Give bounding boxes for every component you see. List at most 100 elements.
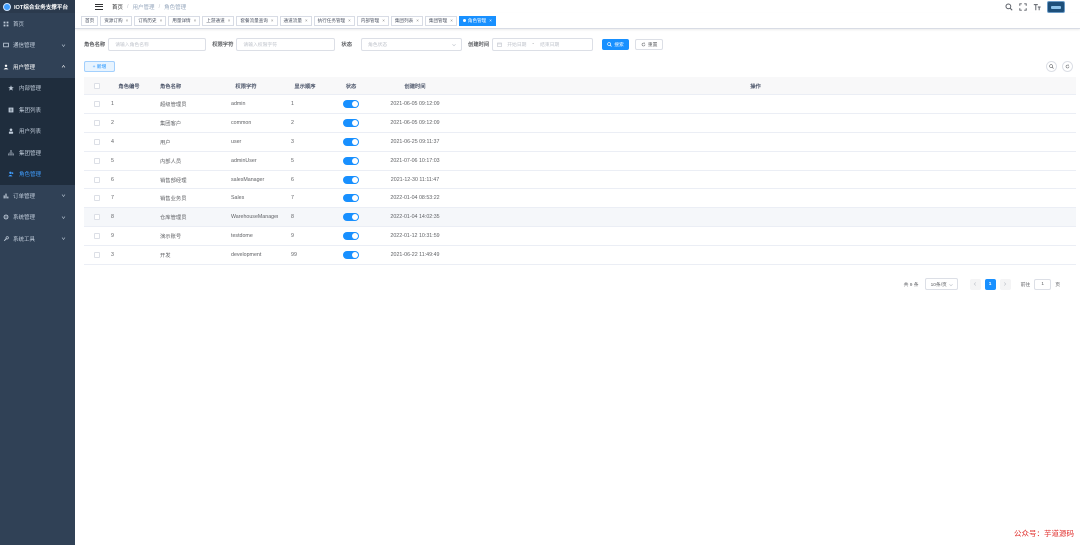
close-icon[interactable]: × bbox=[194, 18, 197, 23]
row-checkbox[interactable] bbox=[94, 176, 100, 183]
search-button[interactable]: 搜索 bbox=[602, 38, 629, 50]
cell-create-time: 2021-12-30 11:11:47 bbox=[390, 176, 440, 183]
tag-task-management[interactable]: 执行任务管理 × bbox=[313, 15, 355, 26]
sidebar-item-label: 系统管理 bbox=[13, 215, 36, 222]
status-switch[interactable] bbox=[343, 156, 359, 165]
status-switch[interactable] bbox=[343, 194, 359, 203]
role-name-input[interactable]: 请输入角色名称 bbox=[108, 37, 207, 51]
fullscreen-icon[interactable] bbox=[1019, 2, 1027, 11]
status-switch[interactable] bbox=[343, 213, 359, 222]
status-switch[interactable] bbox=[343, 251, 359, 260]
close-icon[interactable]: × bbox=[228, 18, 231, 23]
sidebar-item-tools[interactable]: 系统工具 bbox=[0, 228, 75, 250]
goto-unit: 页 bbox=[1055, 282, 1060, 288]
row-checkbox[interactable] bbox=[94, 252, 100, 259]
add-role-button[interactable]: + 新增 bbox=[84, 61, 115, 72]
tag-package-traffic[interactable]: 套餐流量查询 × bbox=[236, 15, 278, 26]
status-switch[interactable] bbox=[343, 118, 359, 127]
tag-upstream-channel[interactable]: 上游通道 × bbox=[202, 15, 235, 26]
goto-page-input[interactable]: 1 bbox=[1034, 278, 1052, 290]
reset-button[interactable]: 重置 bbox=[634, 38, 664, 50]
hamburger-icon[interactable] bbox=[95, 3, 103, 10]
page-number-current[interactable]: 1 bbox=[984, 278, 996, 290]
close-icon[interactable]: × bbox=[450, 18, 453, 23]
row-select-cell bbox=[84, 119, 110, 126]
tag-group-list[interactable]: 集团列表 × bbox=[390, 15, 423, 26]
role-key-input[interactable]: 请输入权限字符 bbox=[236, 37, 336, 51]
header-sort: 显示顺序 bbox=[294, 83, 316, 90]
tag-resource-order[interactable]: 资源订购 × bbox=[100, 15, 133, 26]
status-placeholder: 角色状态 bbox=[368, 42, 388, 48]
close-icon[interactable]: × bbox=[489, 18, 492, 23]
sidebar-item-internal[interactable]: 内部管理 bbox=[0, 77, 75, 99]
sidebar-item-user-management[interactable]: 用户管理 bbox=[0, 56, 75, 78]
tag-role-management[interactable]: 角色管理 × bbox=[458, 15, 496, 26]
date-start[interactable]: 开始日期 bbox=[507, 41, 526, 48]
sidebar-item-role-management[interactable]: 角色管理 bbox=[0, 163, 75, 185]
cell-sort: 2 bbox=[291, 119, 294, 126]
avatar[interactable] bbox=[1047, 0, 1065, 13]
close-icon[interactable]: × bbox=[348, 18, 351, 23]
table-row: 5 内部人员 adminUser 5 2021-07-06 10:17:03 bbox=[84, 152, 1076, 171]
tag-order-history[interactable]: 订购历史 × bbox=[134, 15, 167, 26]
prev-page-button[interactable] bbox=[969, 278, 981, 290]
sidebar-item-communication[interactable]: 通信管理 bbox=[0, 35, 75, 57]
search-icon[interactable] bbox=[1005, 2, 1013, 11]
tag-label: 角色管理 bbox=[467, 17, 487, 23]
select-all-checkbox[interactable] bbox=[94, 82, 100, 89]
font-size-icon[interactable] bbox=[1033, 3, 1041, 11]
row-checkbox[interactable] bbox=[94, 100, 100, 107]
row-checkbox[interactable] bbox=[94, 119, 100, 126]
row-checkbox[interactable] bbox=[94, 214, 100, 221]
cell-role-name: 销售部经理 bbox=[160, 177, 187, 184]
row-checkbox[interactable] bbox=[94, 195, 100, 202]
sidebar-item-system[interactable]: 系统管理 bbox=[0, 207, 75, 229]
breadcrumb-home[interactable]: 首页 bbox=[112, 3, 123, 11]
close-icon[interactable]: × bbox=[160, 18, 163, 23]
row-checkbox[interactable] bbox=[94, 138, 100, 145]
sidebar-item-group-list[interactable]: 集团列表 bbox=[0, 99, 75, 121]
tag-home[interactable]: 首页 bbox=[81, 15, 99, 26]
close-icon[interactable]: × bbox=[416, 18, 419, 23]
sidebar-item-group-management[interactable]: 集团管理 bbox=[0, 142, 75, 164]
chevron-down-icon bbox=[61, 43, 66, 47]
close-icon[interactable]: × bbox=[126, 18, 129, 23]
status-switch[interactable] bbox=[343, 99, 359, 108]
tag-internal-management[interactable]: 内部管理 × bbox=[356, 15, 389, 26]
cell-role-name: 仓库管理员 bbox=[160, 215, 187, 222]
row-checkbox[interactable] bbox=[94, 233, 100, 240]
row-checkbox[interactable] bbox=[94, 157, 100, 164]
tag-group-management[interactable]: 集团管理 × bbox=[424, 15, 457, 26]
refresh-button[interactable] bbox=[1062, 61, 1073, 72]
close-icon[interactable]: × bbox=[382, 18, 385, 23]
status-switch[interactable] bbox=[343, 137, 359, 146]
date-end[interactable]: 结束日期 bbox=[540, 41, 559, 48]
chevron-right-icon bbox=[1004, 282, 1007, 286]
tag-channel-traffic[interactable]: 通道流量 × bbox=[279, 15, 312, 26]
date-label: 创建时间 bbox=[468, 42, 490, 48]
user-icon bbox=[7, 128, 14, 135]
row-select-cell bbox=[84, 214, 110, 221]
cell-role-id: 4 bbox=[111, 138, 114, 145]
next-page-button[interactable] bbox=[999, 278, 1011, 290]
status-select[interactable]: 角色状态 bbox=[361, 37, 463, 51]
page-size-select[interactable]: 10条/页 bbox=[924, 278, 958, 290]
sidebar-item-orders[interactable]: 订单管理 bbox=[0, 185, 75, 207]
tag-usage-detail[interactable]: 用量详情 × bbox=[168, 15, 201, 26]
cell-sort: 6 bbox=[291, 176, 294, 183]
sidebar-item-user-list[interactable]: 用户列表 bbox=[0, 120, 75, 142]
cell-create-time: 2021-06-22 11:49:49 bbox=[390, 252, 440, 259]
status-switch[interactable] bbox=[343, 175, 359, 184]
close-icon[interactable]: × bbox=[271, 18, 274, 23]
close-icon[interactable]: × bbox=[305, 18, 308, 23]
toggle-search-button[interactable] bbox=[1046, 61, 1057, 72]
sidebar-item-home[interactable]: 首页 bbox=[0, 13, 75, 35]
cell-role-key: common bbox=[231, 119, 252, 126]
date-range-picker[interactable]: 开始日期 - 结束日期 bbox=[492, 37, 594, 51]
status-switch[interactable] bbox=[343, 232, 359, 241]
cell-create-time: 2021-06-25 09:11:37 bbox=[390, 138, 440, 145]
cell-role-id: 8 bbox=[111, 214, 114, 221]
search-icon bbox=[607, 41, 612, 47]
cell-role-id: 2 bbox=[111, 119, 114, 126]
cell-role-key: salesManager bbox=[231, 176, 265, 183]
